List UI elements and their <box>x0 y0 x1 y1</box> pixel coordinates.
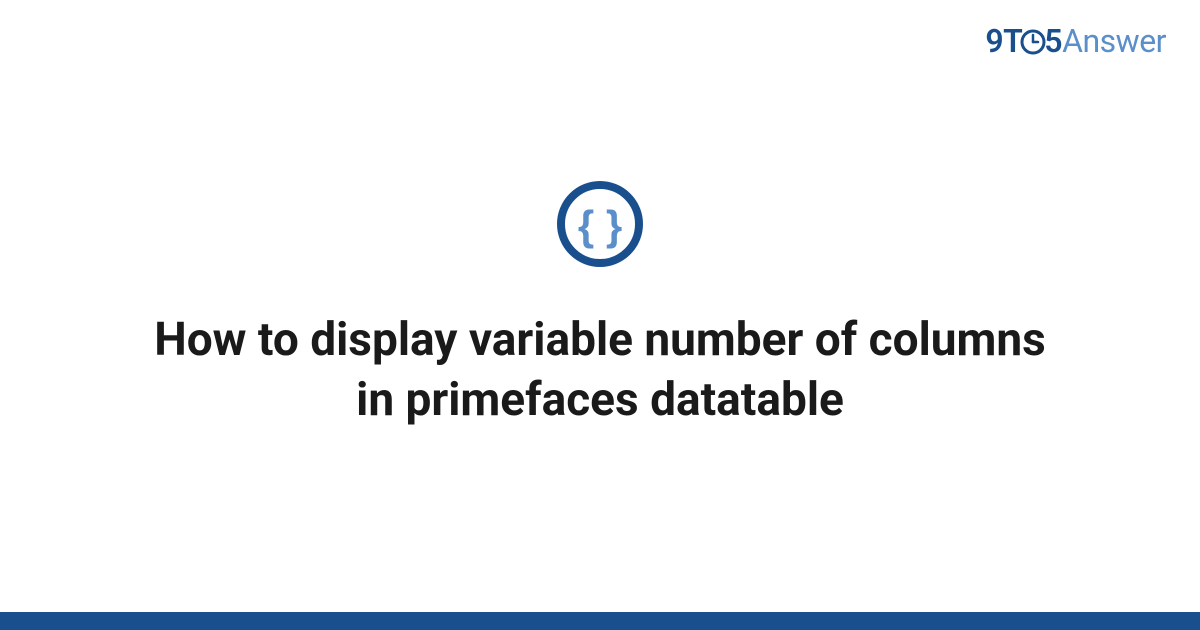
svg-text:{ }: { } <box>578 202 622 249</box>
main-content: { } How to display variable number of co… <box>0 0 1200 630</box>
question-title: How to display variable number of column… <box>130 311 1070 431</box>
footer-accent-bar <box>0 612 1200 630</box>
code-braces-icon: { } <box>555 179 645 273</box>
